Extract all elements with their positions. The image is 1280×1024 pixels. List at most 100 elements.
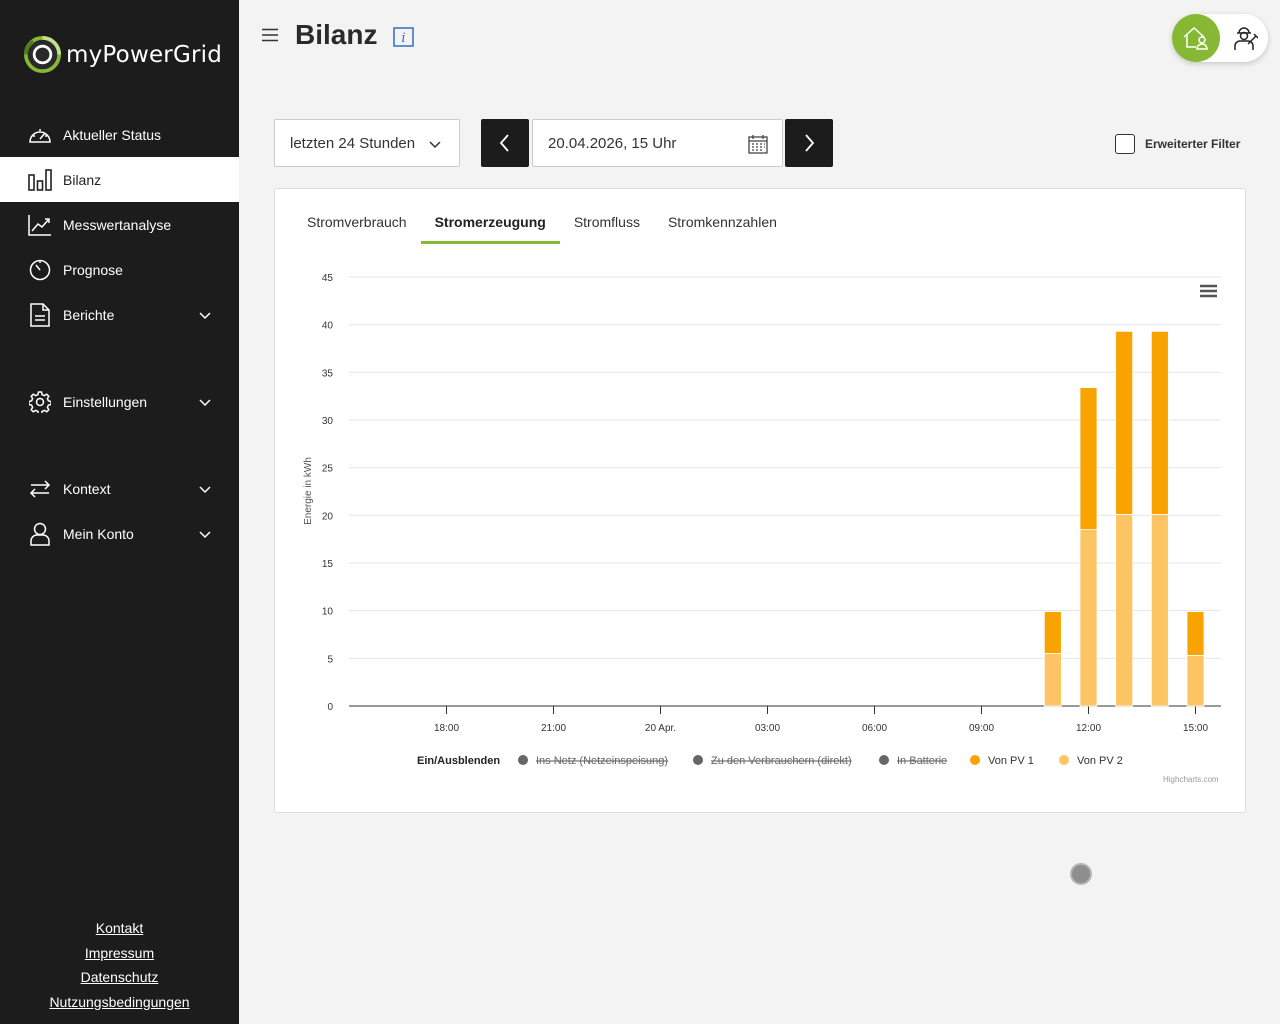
x-tick-label: 20 Apr. [645,723,676,734]
footer-link-impressum[interactable]: Impressum [0,941,239,966]
next-period-button[interactable] [785,119,833,167]
bar-segment [1043,611,1062,654]
installer-icon [1234,27,1258,50]
y-tick-label: 25 [322,464,334,475]
info-icon[interactable]: i [393,27,414,47]
bar-segment [1186,611,1205,656]
bar-segment [1115,330,1134,515]
footer-link-datenschutz[interactable]: Datenschutz [0,965,239,990]
legend-title: Ein/Ausblenden [417,755,500,767]
previous-period-button[interactable] [481,119,529,167]
extended-filter-checkbox[interactable] [1115,134,1135,154]
house-user-icon [1183,26,1208,50]
swap-arrows-icon [28,477,52,501]
user-icon [28,522,52,546]
legend-item[interactable]: Ins Netz (Netzeinspeisung) [536,755,668,767]
chevron-down-icon [429,141,441,149]
x-tick-label: 18:00 [434,723,459,734]
brand-name: myPowerGrid [66,41,223,68]
legend-marker [1059,755,1069,765]
x-tick-label: 06:00 [862,723,887,734]
sidebar-item-label: Prognose [63,261,123,278]
installer-role-button[interactable] [1222,14,1268,62]
timer-icon [28,258,52,282]
legend-marker [970,755,980,765]
extended-filter[interactable]: Erweiterter Filter [1115,134,1240,154]
bar-segment [1079,387,1098,531]
y-tick-label: 15 [322,559,334,570]
sidebar-item-label: Messwertanalyse [63,216,172,233]
gear-icon [28,390,52,414]
y-tick-label: 5 [327,654,333,665]
footer-link-nutzungsbedingungen[interactable]: Nutzungsbedingungen [0,990,239,1015]
y-tick-label: 35 [322,368,334,379]
trend-line-icon [28,213,52,237]
chevron-down-icon [199,530,211,538]
sidebar-item-bilanz[interactable]: Bilanz [0,157,239,202]
chevron-down-icon [199,485,211,493]
legend-marker [879,755,889,765]
extended-filter-label: Erweiterter Filter [1145,137,1241,151]
sidebar-item-kontext[interactable]: Kontext [0,466,239,511]
sidebar-item-aktueller-status[interactable]: Aktueller Status [0,112,239,157]
sidebar-item-label: Kontext [63,480,111,497]
bar-segment [1186,655,1205,707]
chevron-down-icon [199,311,211,319]
x-tick-label: 15:00 [1183,723,1208,734]
y-tick-label: 0 [327,702,333,713]
home-owner-role-button[interactable] [1172,14,1220,62]
legend-item[interactable]: Von PV 2 [1077,755,1123,767]
legend-item[interactable]: Zu den Verbrauchern (direkt) [711,755,852,767]
svg-text:i: i [401,31,405,46]
y-tick-label: 10 [322,607,334,618]
y-tick-label: 40 [322,321,334,332]
sidebar-item-prognose[interactable]: Prognose [0,247,239,292]
bar-segment [1150,330,1169,515]
chevron-left-icon [499,134,509,152]
main-nav: Aktueller Status Bilanz Messwertanalyse … [0,112,239,556]
x-tick-label: 21:00 [541,723,566,734]
role-toggle[interactable] [1172,14,1268,62]
sidebar-item-mein-konto[interactable]: Mein Konto [0,511,239,556]
bar-segment [1150,513,1169,707]
y-axis-title: Energie in kWh [303,457,314,525]
loading-indicator [1070,863,1092,885]
sidebar-item-label: Mein Konto [63,525,134,542]
x-tick-label: 03:00 [755,723,780,734]
x-tick-label: 09:00 [969,723,994,734]
energy-bar-chart: 0 5 10 15 20 25 30 35 40 45 Energie in kWh 18:00 21:… [303,273,1221,767]
legend-marker [518,755,528,765]
x-tick-label: 12:00 [1076,723,1101,734]
legend-item[interactable]: In Batterie [897,755,947,767]
legend-item[interactable]: Von PV 1 [988,755,1034,767]
footer-links: Kontakt Impressum Datenschutz Nutzungsbe… [0,916,239,1014]
chart-credits[interactable]: Highcharts.com [1163,775,1219,784]
y-tick-label: 20 [322,511,334,522]
sidebar-item-berichte[interactable]: Berichte [0,292,239,337]
gauge-icon [28,123,52,147]
hamburger-menu-icon[interactable] [262,28,278,42]
bar-segment [1079,529,1098,707]
sidebar: myPowerGrid Aktueller Status Bilanz Mess… [0,0,239,1024]
sidebar-item-label: Bilanz [63,171,102,188]
bar-segment [1043,653,1062,707]
chart-card: Stromverbrauch Stromerzeugung Stromfluss… [274,188,1246,813]
footer-link-kontakt[interactable]: Kontakt [0,916,239,941]
calendar-icon[interactable] [748,134,768,154]
date-input-value: 20.04.2026, 15 Uhr [548,134,677,152]
chevron-down-icon [199,398,211,406]
sidebar-item-einstellungen[interactable]: Einstellungen [0,379,239,424]
sidebar-item-label: Berichte [63,306,115,323]
y-tick-label: 30 [322,416,334,427]
bar-chart-icon [28,168,52,192]
period-select[interactable]: letzten 24 Stunden [274,119,460,167]
brand[interactable]: myPowerGrid [24,36,222,73]
brand-logo-icon [24,36,61,73]
date-input[interactable]: 20.04.2026, 15 Uhr [532,119,783,167]
chevron-right-icon [805,134,815,152]
page-title: Bilanz [295,19,378,50]
chart-export-menu-icon[interactable] [1200,284,1217,298]
period-select-value: letzten 24 Stunden [290,134,416,152]
sidebar-item-messwertanalyse[interactable]: Messwertanalyse [0,202,239,247]
bar-segment [1115,513,1134,707]
